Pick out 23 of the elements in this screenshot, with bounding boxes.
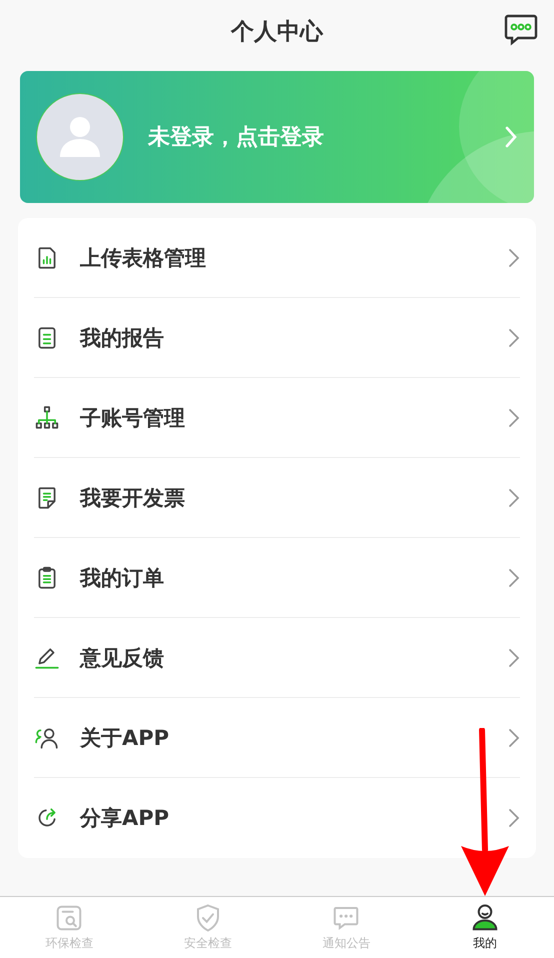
search-document-icon (54, 903, 84, 933)
menu-item[interactable]: 我的订单 (80, 564, 508, 592)
chevron-right-icon (508, 568, 520, 588)
chevron-right-icon (508, 408, 520, 428)
chevron-right-icon (508, 248, 520, 268)
menu-item[interactable]: 分享APP (80, 804, 508, 832)
message-icon[interactable] (504, 14, 538, 46)
menu-item[interactable]: 意见反馈 (80, 644, 508, 672)
chevron-right-icon (508, 648, 520, 668)
menu-item[interactable]: 子账号管理 (80, 404, 508, 432)
chevron-right-icon (504, 125, 518, 149)
menu-item[interactable]: 关于APP (80, 724, 508, 752)
menu-item[interactable]: 我的报告 (80, 324, 508, 352)
chevron-right-icon (508, 808, 520, 828)
tab[interactable]: 我的 (416, 897, 554, 958)
page-title: 个人中心 (231, 18, 323, 46)
hierarchy-icon (34, 404, 60, 430)
chevron-right-icon (508, 728, 520, 748)
menu-item[interactable]: 我要开发票 (80, 484, 508, 512)
chevron-right-icon (508, 488, 520, 508)
person-icon (470, 903, 500, 933)
chevron-right-icon (508, 328, 520, 348)
menu-item[interactable]: 上传表格管理 (80, 244, 508, 272)
